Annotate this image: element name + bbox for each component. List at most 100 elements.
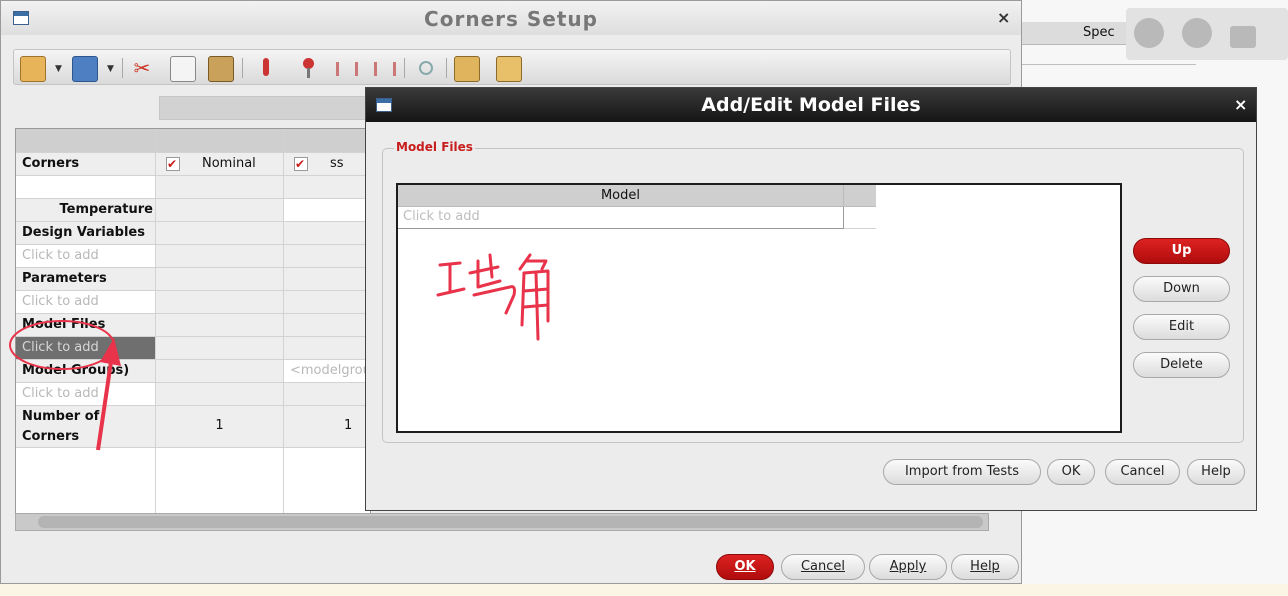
cancel-label: Cancel bbox=[800, 559, 846, 574]
temperature-cell[interactable] bbox=[156, 199, 284, 222]
table-cell bbox=[156, 383, 284, 406]
ss-corner-count: 1 bbox=[284, 406, 370, 448]
add-edit-model-files-dialog: Add/Edit Model Files × Model Files Model… bbox=[365, 87, 1257, 511]
close-icon[interactable]: × bbox=[1234, 95, 1247, 114]
corner-name-nominal: Nominal bbox=[202, 156, 256, 171]
nominal-checkbox[interactable] bbox=[166, 153, 180, 175]
cut-icon[interactable]: ✂ bbox=[130, 56, 154, 80]
row-label-design-variables: Design Variables bbox=[16, 222, 156, 245]
video-overlay-icons bbox=[1126, 8, 1288, 60]
table-row bbox=[16, 176, 156, 199]
table-cell bbox=[284, 383, 370, 406]
horizontal-scrollbar[interactable] bbox=[15, 513, 989, 531]
table-cell bbox=[156, 268, 284, 291]
annotation-overlay bbox=[9, 320, 121, 451]
temperature-icon[interactable] bbox=[254, 56, 278, 80]
corners-window-title: Corners Setup bbox=[424, 7, 598, 31]
toolbar-separator bbox=[404, 58, 405, 78]
up-button[interactable]: Up bbox=[1133, 238, 1230, 264]
table-cell bbox=[156, 176, 284, 199]
table-cell bbox=[156, 291, 284, 314]
corners-apply-button[interactable]: Apply bbox=[869, 554, 947, 580]
export-icon[interactable] bbox=[370, 56, 396, 80]
filter-bar[interactable] bbox=[159, 96, 371, 120]
lock-icon bbox=[1230, 26, 1256, 48]
table-cell bbox=[844, 207, 876, 229]
corner-ss-cell[interactable]: ss bbox=[284, 153, 370, 176]
annotation-circle bbox=[9, 320, 115, 370]
edit-button[interactable]: Edit bbox=[1133, 314, 1230, 340]
down-button[interactable]: Down bbox=[1133, 276, 1230, 302]
annotation-arrow bbox=[96, 354, 114, 451]
corners-help-button[interactable]: Help bbox=[951, 554, 1019, 580]
table-cell bbox=[156, 314, 284, 337]
toolbar-separator bbox=[122, 58, 123, 78]
table-header-ss bbox=[284, 129, 370, 153]
star-icon bbox=[1182, 18, 1212, 48]
table-cell bbox=[284, 268, 370, 291]
bottom-strip bbox=[0, 584, 1288, 596]
table-cell bbox=[156, 360, 284, 383]
model-click-to-add[interactable]: Click to add bbox=[398, 207, 844, 229]
temperature-cell[interactable] bbox=[284, 199, 370, 222]
corner-nominal-cell[interactable]: Nominal bbox=[156, 153, 284, 176]
chevron-down-icon[interactable]: ▼ bbox=[55, 64, 62, 74]
spec-column-header: Spec bbox=[1083, 25, 1115, 40]
apply-label: Apply bbox=[889, 559, 927, 574]
table-cell bbox=[156, 222, 284, 245]
model-column-header[interactable]: Model bbox=[398, 185, 844, 207]
scrollbar-thumb[interactable] bbox=[38, 516, 983, 528]
table-cell bbox=[284, 176, 370, 199]
corners-cancel-button[interactable]: Cancel bbox=[781, 554, 865, 580]
table-cell bbox=[156, 245, 284, 268]
probe-icon[interactable] bbox=[414, 56, 438, 80]
table-cell bbox=[284, 337, 370, 360]
table-header-corner bbox=[16, 129, 156, 153]
row-label-temperature: Temperature bbox=[16, 199, 156, 222]
ss-checkbox[interactable] bbox=[294, 153, 308, 175]
dialog-help-button[interactable]: Help bbox=[1187, 459, 1245, 485]
table-cell bbox=[156, 337, 284, 360]
background-row-divider bbox=[1022, 64, 1196, 65]
paste-icon[interactable] bbox=[208, 56, 234, 82]
csv-open-icon[interactable] bbox=[20, 56, 46, 82]
model-files-table: Model Click to add bbox=[396, 183, 1122, 433]
corner-group-icon[interactable] bbox=[496, 56, 522, 82]
row-label-corners: Corners bbox=[16, 153, 156, 176]
model-files-group-label: Model Files bbox=[394, 140, 475, 154]
corners-toolbar: ▼ ▼ ✂ bbox=[13, 49, 1011, 85]
chevron-down-icon[interactable]: ▼ bbox=[107, 64, 114, 74]
toolbar-separator bbox=[446, 58, 447, 78]
help-label: Help bbox=[970, 559, 1000, 574]
corner-name-ss: ss bbox=[330, 156, 344, 171]
import-from-tests-button[interactable]: Import from Tests bbox=[883, 459, 1041, 485]
close-icon[interactable]: × bbox=[997, 8, 1010, 27]
corner-settings-icon[interactable] bbox=[454, 56, 480, 82]
cloud-icon bbox=[1134, 18, 1164, 48]
table-cell bbox=[284, 222, 370, 245]
handwritten-annotation bbox=[436, 253, 550, 341]
delete-button[interactable]: Delete bbox=[1133, 352, 1230, 378]
dialog-title: Add/Edit Model Files bbox=[701, 94, 921, 116]
corners-ok-button[interactable]: OK bbox=[716, 554, 774, 580]
dialog-ok-button[interactable]: OK bbox=[1047, 459, 1095, 485]
table-cell bbox=[284, 245, 370, 268]
row-label-parameters: Parameters bbox=[16, 268, 156, 291]
add-variable-icon[interactable] bbox=[296, 56, 320, 80]
table-cell bbox=[284, 291, 370, 314]
table-header-nominal bbox=[156, 129, 284, 153]
ok-label: OK bbox=[734, 559, 756, 574]
import-icon[interactable] bbox=[332, 56, 358, 80]
csv-save-icon[interactable] bbox=[72, 56, 98, 82]
design-variables-click-to-add[interactable]: Click to add bbox=[16, 245, 156, 268]
annotation-arrowhead bbox=[100, 338, 121, 366]
toolbar-separator bbox=[242, 58, 243, 78]
dialog-cancel-button[interactable]: Cancel bbox=[1105, 459, 1180, 485]
copy-icon[interactable] bbox=[170, 56, 196, 82]
corners-title-bar: Corners Setup × bbox=[1, 1, 1021, 35]
table-header-extra bbox=[844, 185, 876, 207]
table-cell bbox=[284, 314, 370, 337]
dialog-title-bar: Add/Edit Model Files × bbox=[366, 88, 1256, 122]
model-group-placeholder[interactable]: <modelgrou bbox=[284, 360, 370, 383]
nominal-corner-count: 1 bbox=[156, 406, 284, 448]
